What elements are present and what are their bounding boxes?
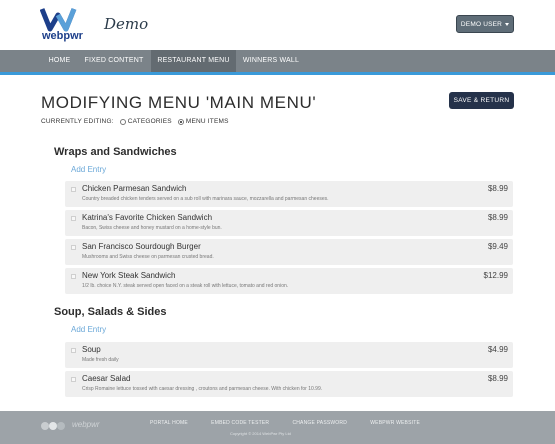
nav-winners-wall[interactable]: WINNERS WALL [238, 50, 304, 72]
add-entry-link[interactable]: Add Entry [71, 165, 106, 174]
app-title: Demo [104, 15, 149, 33]
editing-mode-selector: CURRENTLY EDITING: CATEGORIES MENU ITEMS [41, 118, 229, 125]
menu-item[interactable]: Soup Made fresh daily $4.99 [65, 342, 513, 368]
item-name: Katrina's Favorite Chicken Sandwich [82, 213, 213, 222]
item-description: Bacon, Swiss cheese and honey mustard on… [82, 225, 222, 231]
page-title: MODIFYING MENU 'MAIN MENU' [41, 93, 317, 112]
item-name: Chicken Parmesan Sandwich [82, 184, 187, 193]
menu-items-label: MENU ITEMS [185, 118, 229, 125]
add-entry-link[interactable]: Add Entry [71, 325, 106, 334]
user-menu-button[interactable]: DEMO USER [456, 15, 514, 33]
item-description: Crisp Romaine lettuce tossed with caesar… [82, 386, 323, 392]
item-price: $8.99 [487, 213, 508, 222]
item-checkbox[interactable] [71, 377, 76, 382]
footer: webpwr PORTAL HOME EMBED CODE TESTER CHA… [0, 411, 555, 444]
footer-links: PORTAL HOME EMBED CODE TESTER CHANGE PAS… [150, 420, 420, 426]
item-description: Country breaded chicken tenders served o… [82, 196, 329, 202]
editing-label: CURRENTLY EDITING: [41, 118, 114, 125]
categories-radio[interactable] [119, 118, 126, 125]
item-checkbox[interactable] [71, 348, 76, 353]
footer-link-embed-code-tester[interactable]: EMBED CODE TESTER [211, 420, 269, 426]
save-return-button[interactable]: SAVE & RETURN [449, 92, 514, 109]
menu-item[interactable]: Caesar Salad Crisp Romaine lettuce tosse… [65, 371, 513, 397]
footer-logo-icon [41, 422, 65, 430]
footer-logo-text: webpwr [72, 420, 100, 429]
categories-label: CATEGORIES [127, 118, 172, 125]
caret-down-icon [505, 22, 510, 26]
section-title-soup: Soup, Salads & Sides [54, 306, 167, 318]
item-name: Soup [82, 345, 101, 354]
main-nav: HOME FIXED CONTENT RESTAURANT MENU WINNE… [0, 50, 555, 75]
header: webpwr Demo DEMO USER [0, 0, 555, 48]
menu-item[interactable]: San Francisco Sourdough Burger Mushrooms… [65, 239, 513, 265]
item-price: $4.99 [487, 345, 508, 354]
footer-link-change-password[interactable]: CHANGE PASSWORD [292, 420, 347, 426]
section-title-wraps: Wraps and Sandwiches [54, 146, 177, 158]
menu-items-radio[interactable] [177, 118, 184, 125]
item-checkbox[interactable] [71, 216, 76, 221]
option-menu-items[interactable]: MENU ITEMS [177, 118, 229, 125]
user-menu-label: DEMO USER [460, 20, 503, 28]
item-name: Caesar Salad [82, 374, 131, 383]
nav-home[interactable]: HOME [41, 50, 78, 72]
menu-item[interactable]: Katrina's Favorite Chicken Sandwich Baco… [65, 210, 513, 236]
item-price: $8.99 [487, 374, 508, 383]
menu-item[interactable]: New York Steak Sandwich 1/2 lb. choice N… [65, 268, 513, 294]
footer-link-portal-home[interactable]: PORTAL HOME [150, 420, 188, 426]
svg-text:webpwr: webpwr [41, 30, 84, 42]
item-description: Mushrooms and Swiss cheese on parmesan c… [82, 254, 214, 260]
menu-item[interactable]: Chicken Parmesan Sandwich Country breade… [65, 181, 513, 207]
option-categories[interactable]: CATEGORIES [119, 118, 172, 125]
webpwr-logo[interactable]: webpwr [40, 5, 84, 43]
footer-link-webpwr-website[interactable]: WEBPWR WEBSITE [370, 420, 420, 426]
item-price: $8.99 [487, 184, 508, 193]
item-name: San Francisco Sourdough Burger [82, 242, 201, 251]
nav-fixed-content[interactable]: FIXED CONTENT [79, 50, 149, 72]
copyright: Copyright © 2014 WebPwr Pty Ltd [230, 431, 291, 436]
item-price: $12.99 [483, 271, 508, 280]
item-checkbox[interactable] [71, 187, 76, 192]
item-price: $9.49 [487, 242, 508, 251]
item-description: Made fresh daily [82, 357, 119, 363]
item-checkbox[interactable] [71, 274, 76, 279]
item-description: 1/2 lb. choice N.Y. steak served open fa… [82, 283, 289, 289]
item-name: New York Steak Sandwich [82, 271, 176, 280]
item-checkbox[interactable] [71, 245, 76, 250]
nav-restaurant-menu[interactable]: RESTAURANT MENU [151, 50, 236, 72]
